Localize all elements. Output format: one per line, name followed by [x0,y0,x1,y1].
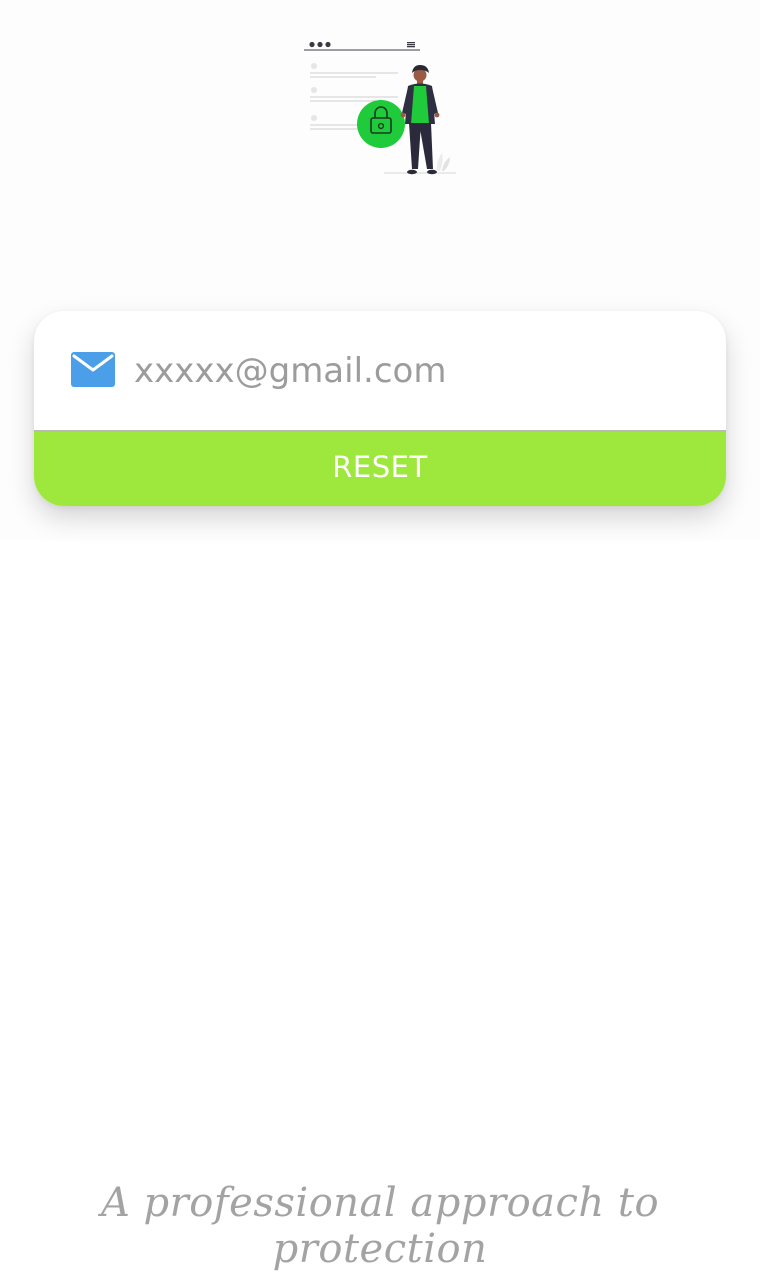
mail-icon [71,352,115,387]
reset-button-label: RESET [332,450,428,484]
tagline: A professional approach to protection [100,1180,660,1272]
reset-password-card: RESET [34,311,726,506]
email-field-row [34,311,726,432]
email-input[interactable] [134,337,694,405]
reset-button[interactable]: RESET [34,432,726,506]
security-lock-illustration [304,41,456,175]
